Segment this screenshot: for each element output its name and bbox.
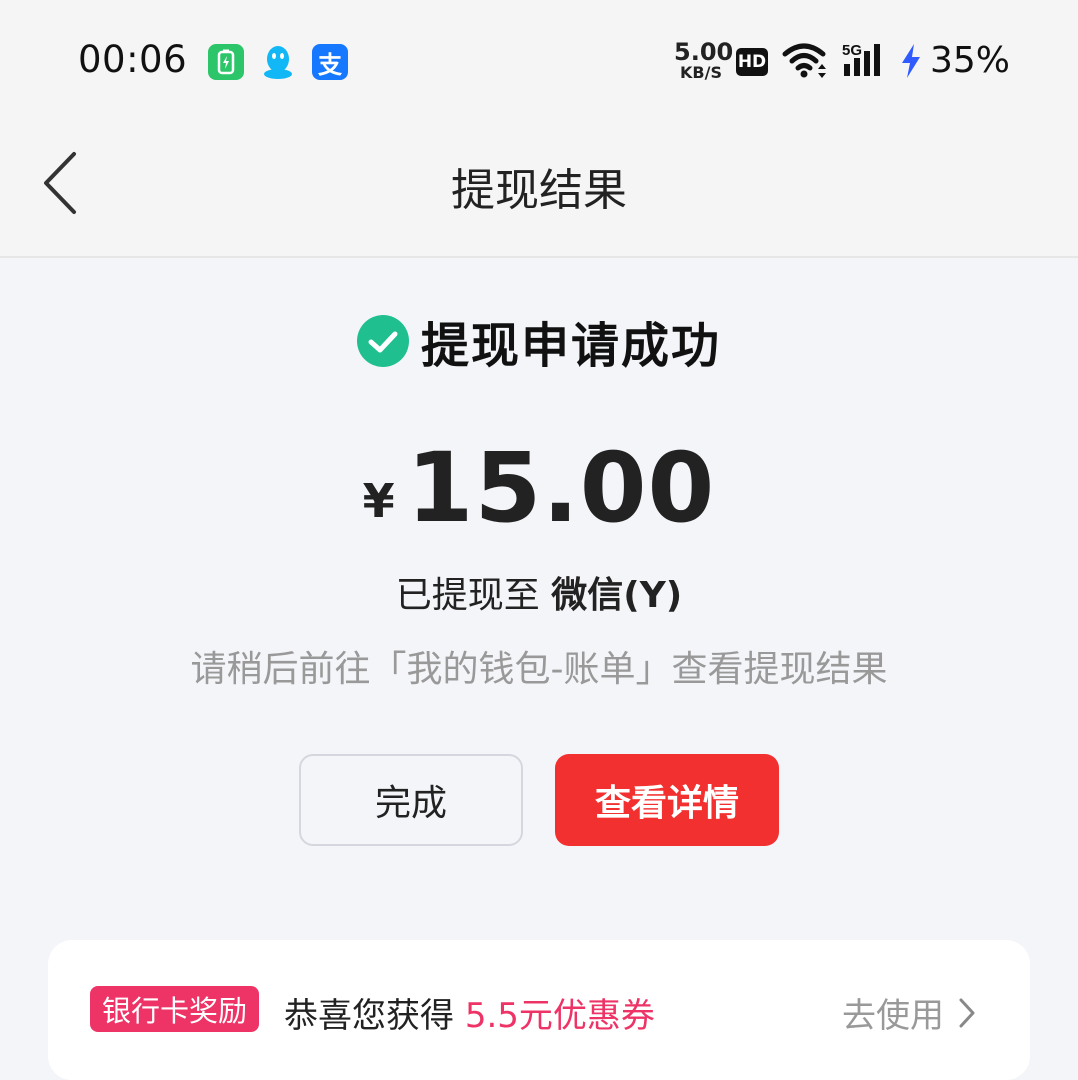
- result-header: 提现申请成功: [0, 306, 1078, 376]
- nav-bar: 提现结果: [0, 120, 1078, 258]
- signal-icon: 5G: [842, 42, 892, 84]
- status-bar: 00:06 支 5.00 KB/S HD 5G 35%: [0, 0, 1078, 120]
- wifi-icon: [782, 42, 830, 84]
- hd-badge: HD: [736, 48, 768, 76]
- destination-prefix: 已提现至: [395, 575, 552, 616]
- currency-symbol: ¥: [362, 473, 395, 528]
- reward-text-prefix: 恭喜您获得: [284, 996, 465, 1036]
- destination-name: 微信(Y): [551, 575, 683, 616]
- battery-app-icon: [208, 44, 244, 80]
- status-time: 00:06: [78, 38, 188, 81]
- view-details-button[interactable]: 查看详情: [555, 754, 779, 846]
- coupon-highlight: 5.5元优惠券: [464, 996, 655, 1036]
- alipay-icon: 支: [312, 44, 348, 80]
- amount-value: 15.00: [406, 432, 716, 544]
- charging-icon: [900, 44, 922, 82]
- chevron-right-icon: [959, 998, 975, 1027]
- reward-card[interactable]: 银行卡奖励 恭喜您获得 5.5元优惠券 去使用: [48, 940, 1030, 1080]
- svg-text:5G: 5G: [842, 42, 862, 59]
- result-hint: 请稍后前往「我的钱包-账单」查看提现结果: [190, 649, 888, 690]
- reward-text: 恭喜您获得 5.5元优惠券: [284, 988, 655, 1037]
- go-use-label: 去使用: [842, 996, 944, 1036]
- page-title: 提现结果: [451, 165, 627, 216]
- result-title: 提现申请成功: [420, 318, 721, 374]
- network-speed: 5.00 KB/S: [674, 38, 734, 82]
- done-button[interactable]: 完成: [299, 754, 523, 846]
- amount-display: ¥ 15.00: [0, 432, 1078, 544]
- success-check-icon: [356, 315, 409, 367]
- qq-icon: [260, 44, 296, 80]
- reward-badge: 银行卡奖励: [90, 986, 260, 1032]
- battery-percent: 35%: [930, 40, 1011, 81]
- go-use-link[interactable]: 去使用: [842, 988, 976, 1037]
- withdraw-destination: 已提现至 微信(Y): [0, 566, 1078, 618]
